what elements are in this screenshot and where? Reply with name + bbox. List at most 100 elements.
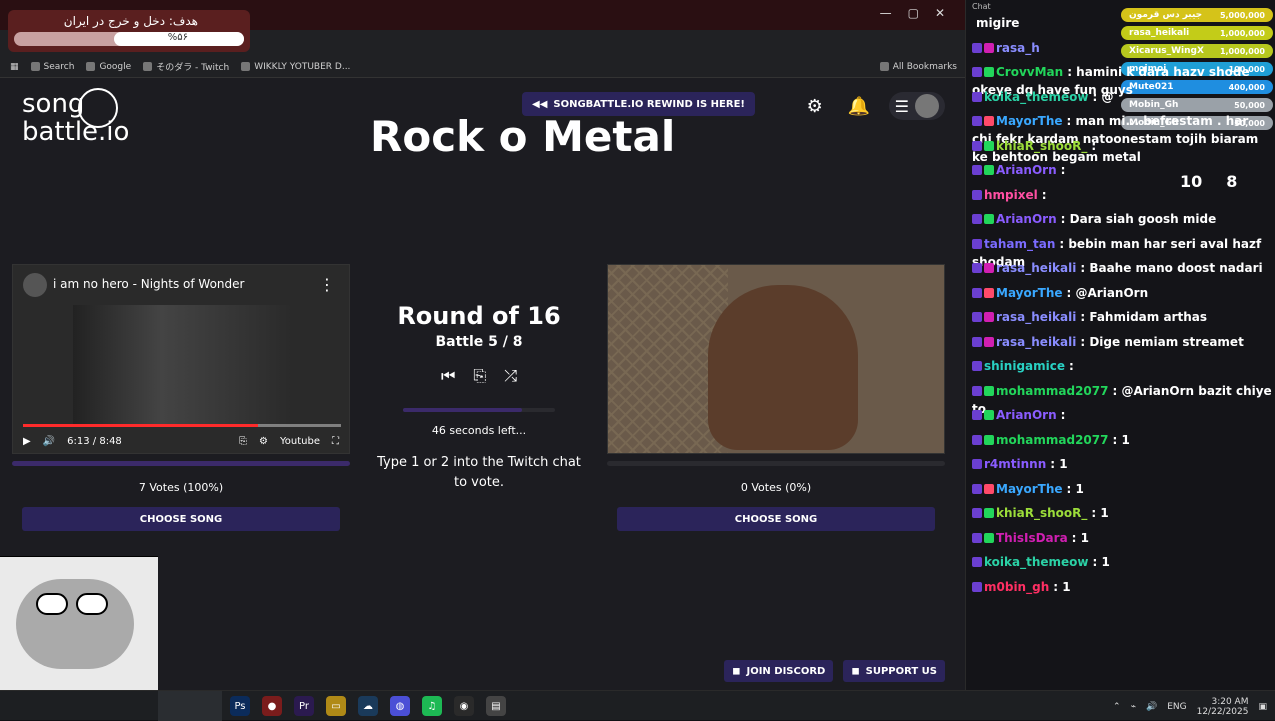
bell-icon[interactable]: 🔔 — [845, 92, 873, 120]
round-label: Round of 16 — [397, 302, 561, 330]
right-song-video-thumbnail[interactable] — [607, 264, 945, 454]
chat-badge-icon — [972, 165, 982, 175]
choose-song-left-button[interactable]: CHOOSE SONG — [22, 507, 340, 531]
chat-username[interactable]: rasa_h — [996, 41, 1040, 55]
youtube-logo[interactable]: Youtube — [280, 436, 320, 447]
spotify-icon[interactable]: ♫ — [422, 696, 442, 716]
apps-icon[interactable]: ▦ — [10, 62, 19, 72]
notifications-icon[interactable]: ▣ — [1258, 702, 1267, 712]
chat-username[interactable]: koika_themeow — [984, 555, 1088, 569]
chat-badge-icon — [984, 116, 994, 126]
fullscreen-icon[interactable]: ⛶ — [332, 436, 339, 447]
donation-goal-percent: %۵۶ — [167, 32, 188, 43]
taskbar-apps: Ps ● Pr ▭ ☁ ◍ ♫ ◉ ▤ — [230, 696, 506, 716]
chat-username[interactable]: khiaR_shooR_ — [996, 506, 1087, 520]
logo-text-line2: battle.io — [22, 117, 130, 147]
chat-username[interactable]: rasa_heikali — [996, 335, 1076, 349]
left-song-video-player[interactable]: i am no hero - Nights of Wonder ⋮ ▶ 🔊 6:… — [12, 264, 350, 454]
chat-badge-icon — [984, 42, 994, 53]
video-settings-icon[interactable]: ⚙ — [259, 436, 268, 447]
previous-icon[interactable]: ⏮ — [441, 366, 455, 386]
captions-icon[interactable]: ⎘ — [239, 436, 247, 447]
bookmark-youtuber[interactable]: WIKKLY YOTUBER D... — [241, 62, 350, 72]
chat-badge-icon — [972, 214, 982, 224]
bookmark-icon — [241, 62, 251, 71]
chat-badge-icon — [984, 140, 994, 151]
language-indicator[interactable]: ENG — [1167, 702, 1186, 712]
chat-username[interactable]: MayorThe — [996, 482, 1063, 496]
chat-username[interactable]: ThisIsDara — [996, 531, 1068, 545]
tray-chevron-icon[interactable]: ⌃ — [1113, 702, 1121, 712]
chat-username[interactable]: rasa_heikali — [996, 261, 1076, 275]
chat-badge-icon — [972, 459, 982, 469]
chat-username[interactable]: mohammad2077 — [996, 384, 1108, 398]
chrome-icon[interactable]: ◉ — [454, 696, 474, 716]
photoshop-icon[interactable]: Ps — [230, 696, 250, 716]
chat-username[interactable]: koika_themeow — [984, 90, 1088, 104]
chat-badge-icon — [984, 312, 994, 322]
channel-avatar — [23, 273, 47, 297]
chat-text: : Dige nemiam streamet — [1080, 334, 1244, 349]
chat-username[interactable]: MayorThe — [996, 114, 1063, 128]
all-bookmarks[interactable]: All Bookmarks — [879, 62, 957, 72]
app-icon-2[interactable]: ▤ — [486, 696, 506, 716]
chat-message: rasa_heikali: Fahmidam arthas — [972, 308, 1272, 326]
volume-icon[interactable]: 🔊 — [1146, 702, 1157, 712]
chat-badge-icon — [984, 434, 994, 445]
chat-badge-icon — [984, 532, 994, 543]
chat-badge-icon — [972, 312, 982, 322]
vote-instructions: Type 1 or 2 into the Twitch chat to vote… — [377, 455, 581, 490]
discord-icon[interactable]: ◍ — [390, 696, 410, 716]
user-menu[interactable]: ☰ — [888, 92, 945, 120]
system-clock[interactable]: 3:20 AM 12/22/2025 — [1197, 697, 1249, 717]
chat-username[interactable]: shinigamice — [984, 359, 1065, 373]
chat-username[interactable]: ArianOrn — [996, 408, 1057, 422]
chat-text: : — [1041, 187, 1047, 202]
chat-text: : Baahe mano doost nadari — [1080, 261, 1263, 275]
chat-username[interactable]: taham_tan — [984, 237, 1055, 251]
app-icon[interactable]: ● — [262, 696, 282, 716]
support-us-button[interactable]: ◼ SUPPORT US — [843, 660, 945, 682]
close-icon[interactable]: ✕ — [935, 6, 945, 20]
join-discord-button[interactable]: ◼ JOIN DISCORD — [724, 660, 834, 682]
more-options-icon[interactable]: ⋮ — [319, 275, 335, 294]
chat-username[interactable]: m0bin_gh — [984, 580, 1049, 594]
chat-message: MayorThe: @ArianOrn — [972, 284, 1272, 302]
chat-badge-icon — [984, 263, 994, 273]
chat-message: koika_themeow: @ — [972, 88, 1272, 106]
volume-icon[interactable]: 🔊 — [43, 436, 55, 447]
chat-username[interactable]: rasa_heikali — [996, 310, 1076, 324]
chat-message: m0bin_gh: 1 — [972, 578, 1272, 596]
settings-icon[interactable]: ⚙ — [801, 92, 829, 120]
shuffle-icon[interactable]: ⤮ — [504, 366, 517, 386]
network-icon[interactable]: ⌁ — [1131, 702, 1136, 712]
bookmark-google[interactable]: Google — [86, 62, 131, 72]
chat-message: rasa_h — [972, 39, 1272, 57]
steam-icon[interactable]: ☁ — [358, 696, 378, 716]
video-progress-bar[interactable] — [23, 424, 341, 427]
maximize-icon[interactable]: ▢ — [908, 6, 919, 20]
chat-username[interactable]: khiaR_shooR_ — [996, 139, 1087, 153]
frog-mascot-image — [16, 579, 134, 669]
choose-song-right-button[interactable]: CHOOSE SONG — [617, 507, 935, 531]
taskbar-search[interactable] — [158, 691, 222, 721]
bookmark-twitch[interactable]: そのダラ - Twitch — [143, 60, 229, 73]
site-logo[interactable]: song battle.io — [22, 88, 130, 147]
play-icon[interactable]: ▶ — [23, 436, 31, 447]
premiere-icon[interactable]: Pr — [294, 696, 314, 716]
chat-username[interactable]: CrovvMan — [996, 65, 1063, 79]
chat-username[interactable]: hmpixel — [984, 188, 1038, 202]
skip-icon[interactable]: ⎘ — [473, 366, 486, 386]
bookmark-search[interactable]: Search — [30, 62, 74, 72]
minimize-icon[interactable]: — — [880, 6, 892, 20]
chat-username[interactable]: MayorThe — [996, 286, 1063, 300]
chat-text: : 1 — [1066, 481, 1084, 496]
chat-username[interactable]: r4mtinnn — [984, 457, 1046, 471]
rewind-icon: ◀◀ — [532, 98, 548, 110]
chat-badge-icon — [984, 214, 994, 224]
folder-icon[interactable]: ▭ — [326, 696, 346, 716]
clock-date: 12/22/2025 — [1196, 707, 1249, 717]
chat-username[interactable]: ArianOrn — [996, 163, 1057, 177]
chat-username[interactable]: ArianOrn — [996, 212, 1057, 226]
chat-username[interactable]: mohammad2077 — [996, 433, 1108, 447]
